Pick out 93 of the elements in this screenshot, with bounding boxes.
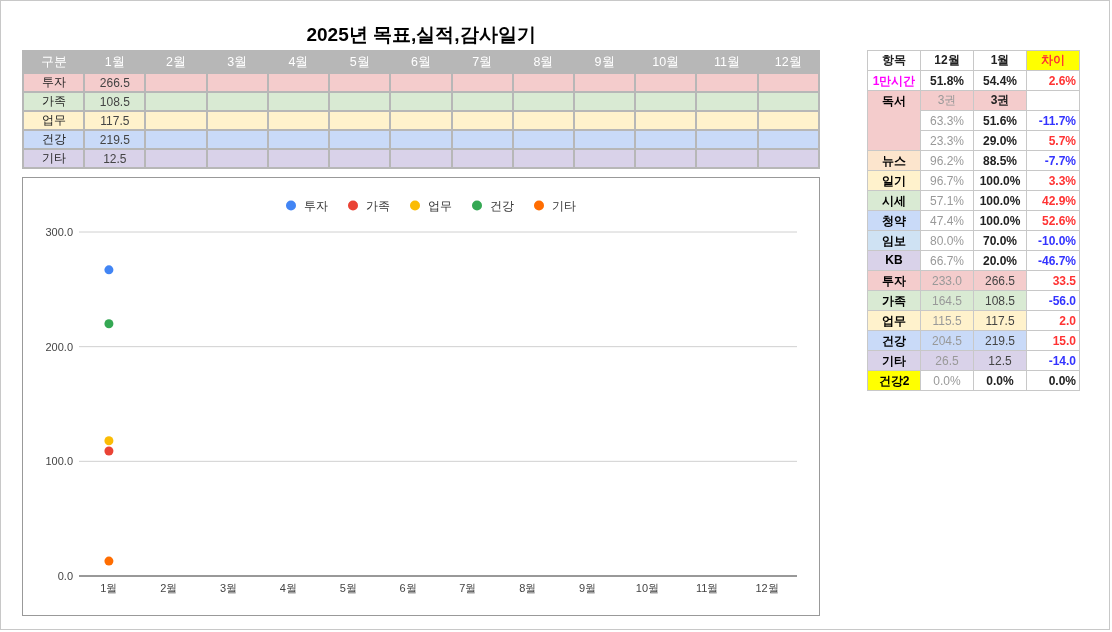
y-tick-label: 100.0 — [45, 455, 73, 468]
x-tick-label: 7월 — [459, 582, 477, 594]
column-header: 1월 — [973, 50, 1027, 71]
table-cell: 96.2% — [920, 150, 974, 171]
column-header: 항목 — [867, 50, 921, 71]
column-header: 6월 — [390, 51, 452, 73]
y-tick-label: 0.0 — [57, 570, 73, 582]
x-tick-label: 1월 — [100, 582, 118, 594]
x-tick-label: 3월 — [220, 582, 238, 594]
legend-label: 투자 — [304, 199, 328, 213]
legend-label: 건강 — [490, 199, 514, 213]
data-point — [104, 446, 114, 456]
row-label: 투자 — [867, 270, 921, 291]
column-header: 3월 — [206, 51, 268, 73]
data-point — [104, 436, 114, 446]
row-label: 일기 — [867, 170, 921, 191]
row-label: 건강 — [867, 330, 921, 351]
column-header: 2월 — [145, 51, 207, 73]
table-cell: 5.7% — [1026, 130, 1080, 151]
table-cell: 3.3% — [1026, 170, 1080, 191]
row-label: 독서 — [867, 90, 921, 151]
row-label: 임보 — [867, 230, 921, 251]
table-cell: 66.7% — [920, 250, 974, 271]
legend-label: 기타 — [552, 199, 576, 213]
table-cell: 70.0% — [973, 230, 1027, 251]
x-tick-label: 4월 — [279, 582, 297, 594]
table-cell: 88.5% — [973, 150, 1027, 171]
table-cell: 47.4% — [920, 210, 974, 231]
data-point — [104, 319, 114, 329]
table-cell: 57.1% — [920, 190, 974, 211]
table-cell: 63.3% — [920, 110, 974, 131]
column-header: 12월 — [920, 50, 974, 71]
table-cell: 29.0% — [973, 130, 1027, 151]
y-tick-label: 300.0 — [45, 226, 73, 238]
x-tick-label: 2월 — [160, 582, 178, 594]
row-label: 건강2 — [867, 370, 921, 391]
table-cell: -14.0 — [1026, 350, 1080, 371]
table-cell: 0.0% — [1026, 370, 1080, 391]
x-tick-label: 11월 — [696, 582, 719, 594]
table-cell: -7.7% — [1026, 150, 1080, 171]
sheet-title: 2025년 목표,실적,감사일기 — [305, 23, 537, 47]
table-cell: 54.4% — [973, 70, 1027, 91]
table-cell: 100.0% — [973, 210, 1027, 231]
table-cell: 2.0 — [1026, 310, 1080, 331]
data-point — [104, 556, 114, 566]
row-label: 업무 — [867, 310, 921, 331]
table-cell: 42.9% — [1026, 190, 1080, 211]
table-cell: 80.0% — [920, 230, 974, 251]
row-label: 청약 — [867, 210, 921, 231]
table-cell: 100.0% — [973, 190, 1027, 211]
table-cell: 33.5 — [1026, 270, 1080, 291]
x-tick-label: 8월 — [519, 582, 537, 594]
table-cell: -56.0 — [1026, 290, 1080, 311]
row-label: KB — [867, 250, 921, 271]
table-cell: 20.0% — [973, 250, 1027, 271]
row-label: 시세 — [867, 190, 921, 211]
legend-label: 업무 — [428, 199, 452, 213]
y-tick-label: 200.0 — [45, 340, 73, 353]
x-tick-label: 10월 — [635, 582, 660, 594]
table-cell: 0.0% — [920, 370, 974, 391]
column-header: 차이 — [1026, 50, 1080, 71]
table-cell: 51.6% — [973, 110, 1027, 131]
column-header: 8월 — [512, 51, 574, 73]
x-tick-label: 12월 — [755, 582, 779, 594]
column-header: 1월 — [84, 51, 146, 73]
table-cell: 52.6% — [1026, 210, 1080, 231]
row-label: 뉴스 — [867, 150, 921, 171]
table-cell: 51.8% — [920, 70, 974, 91]
column-header: 4월 — [267, 51, 330, 73]
x-tick-label: 6월 — [399, 582, 417, 594]
table-cell: -11.7% — [1026, 110, 1080, 131]
table-cell: 100.0% — [973, 170, 1027, 191]
column-header: 구분 — [23, 51, 85, 73]
table-cell: -10.0% — [1026, 230, 1080, 251]
legend-label: 가족 — [366, 199, 390, 213]
data-point — [104, 265, 114, 275]
table-cell: -46.7% — [1026, 250, 1080, 271]
table-cell: 0.0% — [973, 370, 1027, 391]
column-header: 11월 — [696, 51, 758, 73]
row-label: 가족 — [867, 290, 921, 311]
column-header: 10월 — [635, 51, 697, 73]
column-header: 5월 — [329, 51, 391, 73]
column-header: 12월 — [757, 51, 819, 73]
column-header: 9월 — [573, 51, 636, 73]
column-header: 7월 — [451, 51, 513, 73]
table-cell: 15.0 — [1026, 330, 1080, 351]
x-tick-label: 5월 — [339, 582, 357, 594]
row-label: 1만시간 — [867, 70, 921, 91]
x-tick-label: 9월 — [579, 582, 597, 594]
table-cell: 96.7% — [920, 170, 974, 191]
table-cell: 2.6% — [1026, 70, 1080, 91]
table-cell: 23.3% — [920, 130, 974, 151]
row-label: 기타 — [867, 350, 921, 371]
